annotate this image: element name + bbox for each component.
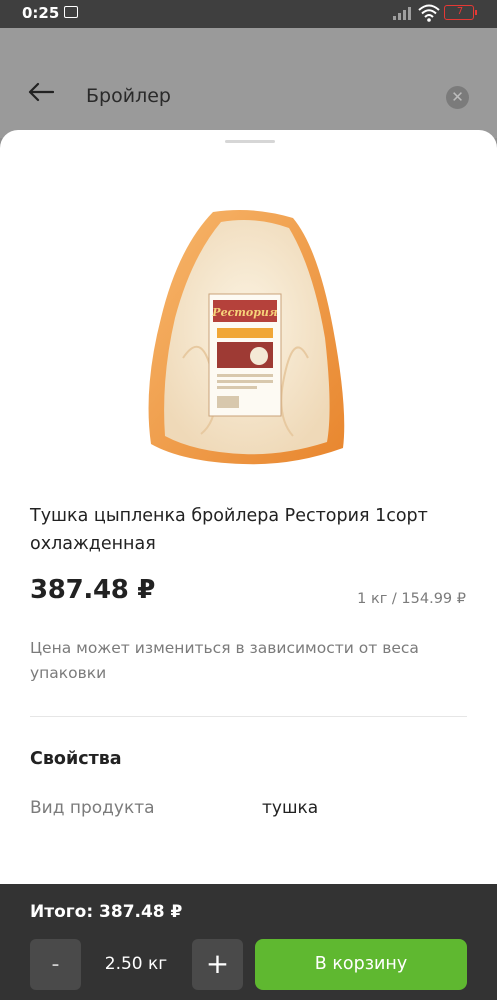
unit-price: 1 кг / 154.99 ₽: [357, 591, 466, 607]
cart-total: Итого: 387.48 ₽: [30, 902, 183, 922]
clear-icon[interactable]: ✕: [446, 86, 469, 109]
add-to-cart-button[interactable]: В корзину: [255, 939, 467, 990]
product-price: 387.48 ₽: [30, 575, 156, 605]
battery-icon: 7: [444, 5, 477, 20]
property-name: Вид продукта: [30, 798, 155, 818]
back-arrow-icon[interactable]: [28, 82, 54, 102]
status-time: 0:25: [22, 4, 60, 22]
properties-title: Свойства: [30, 749, 122, 769]
search-query[interactable]: Бройлер: [86, 85, 171, 107]
status-bar: 0:25 7: [0, 0, 497, 28]
decrease-quantity-button[interactable]: -: [30, 939, 81, 990]
cart-bar: Итого: 387.48 ₽ - 2.50 кг + В корзину: [0, 884, 497, 1000]
price-note: Цена может измениться в зависимости от в…: [30, 639, 419, 682]
signal-icon: [393, 7, 411, 20]
product-sheet: Рестория Тушка цыпленка бройлера Рестори…: [0, 130, 497, 884]
increase-quantity-button[interactable]: +: [192, 939, 243, 990]
notification-icon: [64, 6, 78, 18]
search-header: Бройлер ✕: [0, 28, 497, 138]
wifi-icon: [418, 4, 440, 22]
brand-label: Рестория: [211, 306, 278, 319]
product-title: Тушка цыпленка бройлера Рестория 1сорт о…: [30, 506, 428, 554]
product-image: Рестория: [148, 210, 345, 465]
drag-handle[interactable]: [225, 140, 275, 143]
property-value: тушка: [262, 798, 319, 818]
battery-level: 7: [456, 6, 464, 17]
divider: [30, 716, 467, 717]
quantity-value: 2.50 кг: [104, 954, 168, 974]
